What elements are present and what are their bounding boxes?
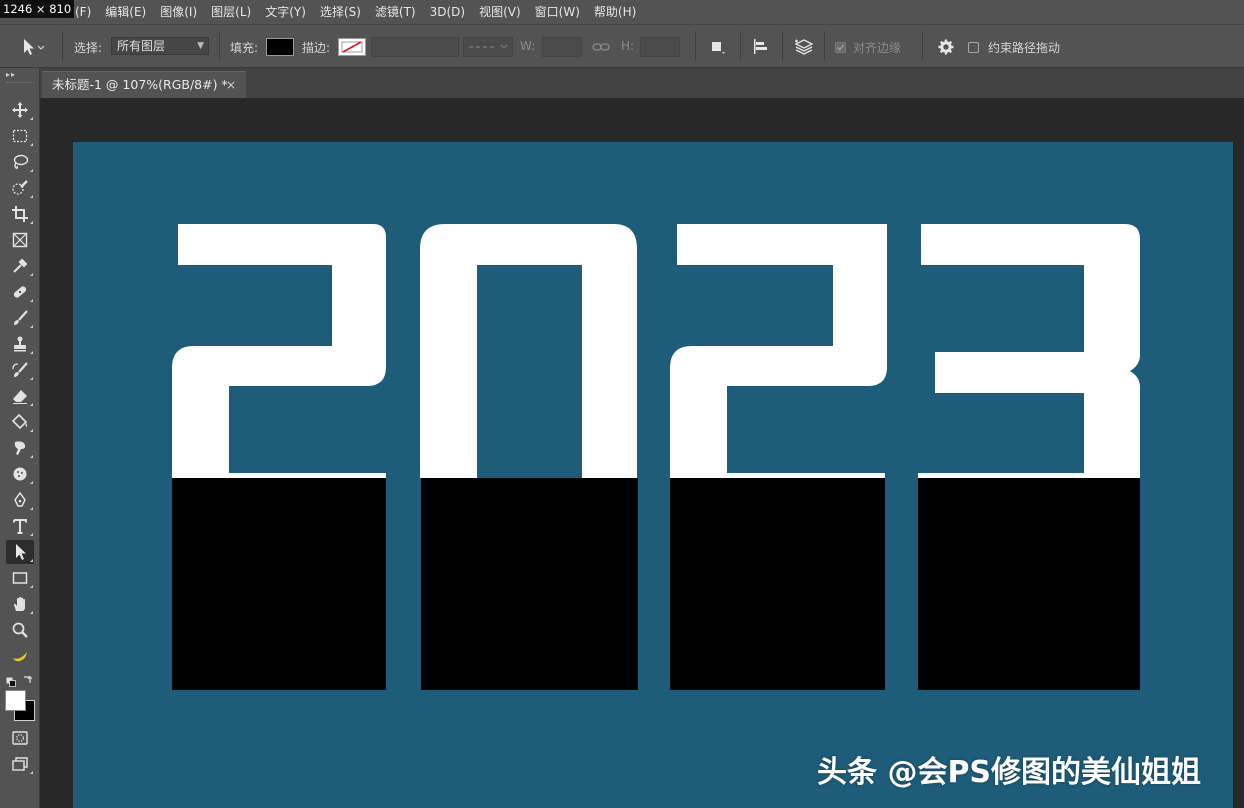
stroke-none-swatch[interactable] — [338, 38, 366, 56]
separator — [922, 31, 923, 61]
white-gap-lines — [229, 473, 1084, 478]
separator — [782, 31, 783, 61]
digit-3 — [921, 224, 1140, 478]
swap-colors-icon[interactable] — [22, 675, 33, 689]
brush-tool-icon[interactable] — [6, 306, 34, 330]
width-label: W: — [520, 39, 536, 53]
options-bar: 选择: 所有图层 ▼ 填充: 描边: W: H: 对齐边缘 约束路径拖动 — [0, 24, 1244, 68]
path-selection-tool-icon[interactable] — [6, 540, 34, 564]
gear-icon[interactable] — [937, 38, 955, 56]
smudge-tool-icon[interactable] — [6, 436, 34, 460]
panel-grip[interactable]: ▸▸ — [6, 70, 34, 80]
black-block-3 — [670, 478, 885, 690]
default-colors-icon[interactable] — [6, 676, 16, 690]
zoom-tool-icon[interactable] — [6, 618, 34, 642]
size-badge: 1246 × 810 — [0, 0, 75, 18]
grip-line — [6, 82, 34, 83]
tools-panel: ▸▸ — [0, 68, 40, 808]
separator — [219, 31, 220, 61]
fill-label: 填充: — [230, 41, 259, 55]
menu-edit[interactable]: 编辑(E) — [98, 0, 153, 24]
history-brush-tool-icon[interactable] — [6, 358, 34, 382]
constrain-path-checkbox[interactable] — [968, 42, 979, 53]
select-dropdown-value: 所有图层 — [117, 39, 166, 53]
path-select-arrow-icon[interactable] — [20, 38, 46, 56]
align-edges-checkbox[interactable] — [835, 42, 846, 53]
healing-brush-tool-icon[interactable] — [6, 280, 34, 304]
stroke-type-dropdown[interactable] — [463, 37, 513, 57]
menu-bar: 文件(F) 编辑(E) 图像(I) 图层(L) 文字(Y) 选择(S) 滤镜(T… — [0, 0, 1244, 24]
quick-select-tool-icon[interactable] — [6, 176, 34, 200]
menu-layer[interactable]: 图层(L) — [204, 0, 258, 24]
stroke-label: 描边: — [302, 41, 331, 55]
rectangle-tool-icon[interactable] — [6, 566, 34, 590]
crop-tool-icon[interactable] — [6, 202, 34, 226]
fill-color-swatch[interactable] — [266, 38, 294, 56]
select-dropdown[interactable]: 所有图层 ▼ — [111, 37, 209, 55]
foreground-color-swatch[interactable] — [5, 690, 26, 711]
path-alignment-icon[interactable] — [752, 38, 770, 56]
document-canvas[interactable] — [73, 142, 1233, 808]
document-tab-bar: 未标题-1 @ 107%(RGB/8#) * × — [40, 68, 1244, 98]
screen-mode-icon[interactable] — [6, 752, 34, 776]
banana-icon[interactable] — [6, 644, 34, 668]
separator — [62, 31, 63, 61]
constrain-path-label: 约束路径拖动 — [988, 41, 1061, 55]
height-label: H: — [621, 39, 635, 53]
height-field[interactable] — [640, 37, 680, 57]
menu-window[interactable]: 窗口(W) — [528, 0, 587, 24]
marquee-tool-icon[interactable] — [6, 124, 34, 148]
eyedropper-tool-icon[interactable] — [6, 254, 34, 278]
document-tab-title: 未标题-1 @ 107%(RGB/8#) * — [52, 77, 228, 92]
menu-select[interactable]: 选择(S) — [313, 0, 368, 24]
pen-tool-icon[interactable] — [6, 488, 34, 512]
black-blocks — [172, 478, 1140, 690]
quick-mask-icon[interactable] — [6, 726, 34, 750]
frame-tool-icon[interactable] — [6, 228, 34, 252]
select-label: 选择: — [74, 41, 103, 55]
align-edges-label: 对齐边缘 — [853, 41, 902, 55]
artwork — [172, 224, 1140, 690]
link-icon[interactable] — [592, 40, 610, 54]
separator — [740, 31, 741, 61]
watermark-text: 头条 @会PS修图的美仙姐姐 — [817, 755, 1202, 790]
width-field[interactable] — [542, 37, 582, 57]
clone-stamp-tool-icon[interactable] — [6, 332, 34, 356]
sponge-tool-icon[interactable] — [6, 462, 34, 486]
chevron-down-icon: ▼ — [197, 41, 204, 51]
menu-image[interactable]: 图像(I) — [153, 0, 204, 24]
menu-3d[interactable]: 3D(D) — [423, 0, 472, 24]
move-tool-icon[interactable] — [6, 98, 34, 122]
separator — [695, 31, 696, 61]
close-icon[interactable]: × — [226, 72, 236, 98]
path-arrangement-icon[interactable] — [793, 37, 815, 57]
document-tab[interactable]: 未标题-1 @ 107%(RGB/8#) * × — [42, 71, 246, 98]
black-block-1 — [172, 478, 386, 690]
text-2023 — [172, 224, 1140, 478]
digit-0 — [420, 224, 637, 478]
black-block-4 — [918, 478, 1140, 690]
menu-type[interactable]: 文字(Y) — [258, 0, 313, 24]
lasso-tool-icon[interactable] — [6, 150, 34, 174]
paint-bucket-tool-icon[interactable] — [6, 410, 34, 434]
eraser-tool-icon[interactable] — [6, 384, 34, 408]
stroke-width-field[interactable] — [371, 37, 459, 57]
type-tool-icon[interactable] — [6, 514, 34, 538]
menu-view[interactable]: 视图(V) — [472, 0, 528, 24]
digit-2-first — [172, 224, 386, 478]
separator — [824, 31, 825, 61]
black-block-2 — [421, 478, 638, 690]
path-operations-icon[interactable] — [710, 39, 726, 55]
hand-tool-icon[interactable] — [6, 592, 34, 616]
digit-2-second — [670, 224, 887, 478]
menu-items: 文件(F) 编辑(E) 图像(I) 图层(L) 文字(Y) 选择(S) 滤镜(T… — [44, 0, 643, 24]
menu-help[interactable]: 帮助(H) — [587, 0, 643, 24]
menu-filter[interactable]: 滤镜(T) — [368, 0, 423, 24]
